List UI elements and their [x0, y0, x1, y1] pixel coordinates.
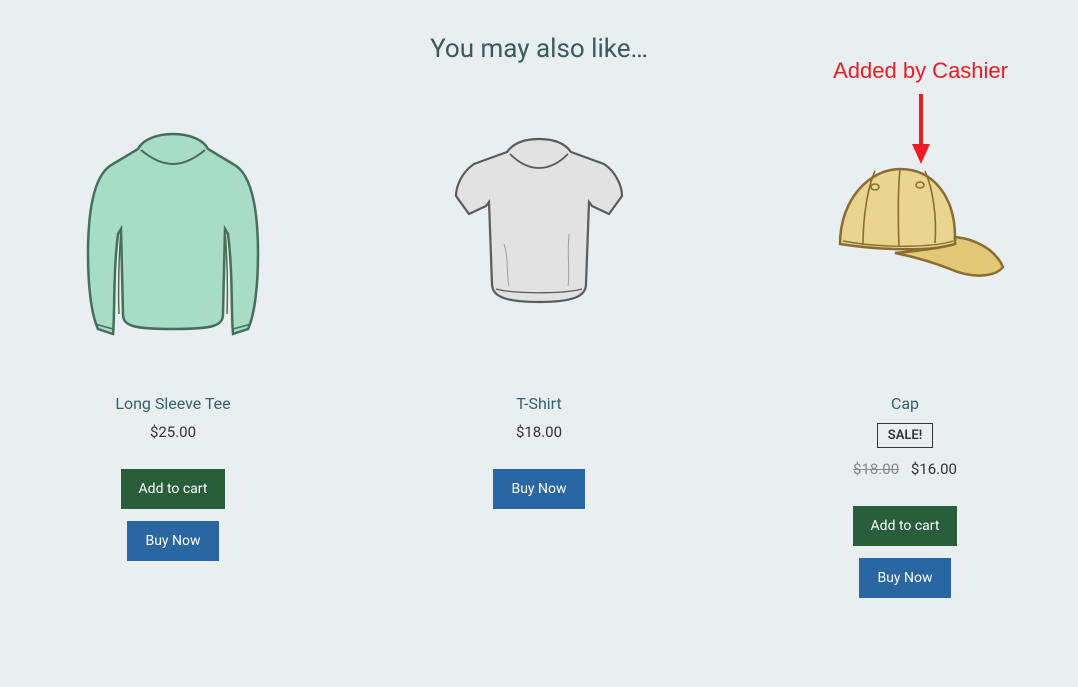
product-card[interactable]: T-Shirt $18.00 Buy Now [406, 84, 672, 598]
add-to-cart-button[interactable]: Add to cart [121, 469, 226, 509]
product-image [48, 84, 298, 374]
buy-now-button[interactable]: Buy Now [493, 469, 584, 509]
product-price: $18.00 $16.00 [772, 460, 1038, 478]
add-to-cart-button[interactable]: Add to cart [853, 506, 958, 546]
product-title: Cap [772, 394, 1038, 413]
product-price: $25.00 [40, 423, 306, 441]
product-image [414, 84, 664, 374]
annotation-callout: Added by Cashier [833, 58, 1008, 164]
old-price: $18.00 [853, 460, 899, 478]
sale-badge: SALE! [877, 423, 933, 448]
arrow-down-icon [833, 94, 1008, 164]
buy-now-button[interactable]: Buy Now [859, 558, 950, 598]
product-price: $18.00 [406, 423, 672, 441]
annotation-text: Added by Cashier [833, 58, 1008, 84]
product-title: T-Shirt [406, 394, 672, 413]
buy-now-button[interactable]: Buy Now [127, 521, 218, 561]
product-title: Long Sleeve Tee [40, 394, 306, 413]
new-price: $16.00 [911, 460, 957, 478]
product-card[interactable]: Long Sleeve Tee $25.00 Add to cart Buy N… [40, 84, 306, 598]
